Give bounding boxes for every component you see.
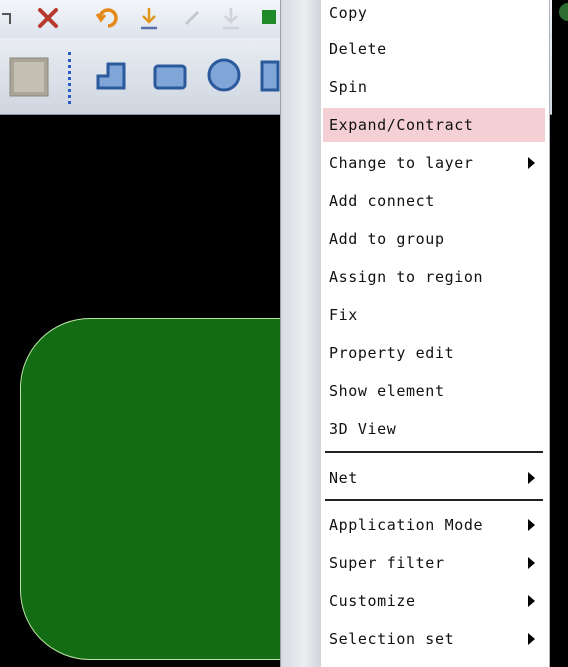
menu-item-label: Add connect [329, 192, 435, 210]
component-icon[interactable] [258, 6, 280, 30]
select-box-icon[interactable] [6, 52, 52, 100]
menu-item-label: 3D View [329, 420, 397, 438]
menu-item-label: Change to layer [329, 154, 474, 172]
menu-icon-gutter [281, 0, 321, 667]
menu-item-label: Delete [329, 40, 387, 58]
submenu-arrow-icon [528, 557, 535, 569]
menu-item-label: Add to group [329, 230, 445, 248]
canvas-right-edge [552, 0, 568, 667]
menu-item-show-element[interactable]: Show element [323, 374, 545, 408]
menu-item-label: Expand/Contract [329, 116, 474, 134]
menu-separator [325, 499, 543, 501]
polyline-icon[interactable] [92, 56, 132, 96]
menu-item-label: Fix [329, 306, 358, 324]
rectangle-icon[interactable] [150, 56, 190, 96]
polygon-icon[interactable] [258, 56, 280, 96]
redo-icon[interactable] [94, 4, 122, 32]
menu-item-label: Property edit [329, 344, 455, 362]
menu-item-add-connect[interactable]: Add connect [323, 184, 545, 218]
menu-item-copy[interactable]: Copy [323, 0, 545, 30]
menu-item-property-edit[interactable]: Property edit [323, 336, 545, 370]
menu-item-change-to-layer[interactable]: Change to layer [323, 146, 545, 180]
menu-item-expand-contract[interactable]: Expand/Contract [323, 108, 545, 142]
submenu-arrow-icon [528, 157, 535, 169]
menu-item-spin[interactable]: Spin [323, 70, 545, 104]
menu-item-label: Net [329, 469, 358, 487]
menu-separator [325, 451, 543, 453]
menu-item-delete[interactable]: Delete [323, 32, 545, 66]
menu-item-application-mode[interactable]: Application Mode [323, 508, 545, 542]
menu-item-fix[interactable]: Fix [323, 298, 545, 332]
menu-item-label: Spin [329, 78, 368, 96]
menu-item-super-filter[interactable]: Super filter [323, 546, 545, 580]
menu-item-3d-view[interactable]: 3D View [323, 412, 545, 446]
menu-item-label: Copy [329, 4, 368, 22]
menu-item-label: Show element [329, 382, 445, 400]
toolbar-separator [68, 52, 75, 104]
menu-item-selection-set[interactable]: Selection set [323, 622, 545, 656]
export-icon [218, 4, 244, 34]
menu-item-label: Application Mode [329, 516, 484, 534]
context-menu: Copy Delete Spin Expand/Contract Change … [280, 0, 550, 667]
menu-item-net[interactable]: Net [323, 461, 545, 495]
menu-item-label: Selection set [329, 630, 455, 648]
toolbar-right-icon[interactable] [552, 0, 568, 30]
disabled-icon [180, 4, 206, 34]
menu-item-label: Customize [329, 592, 416, 610]
undo-arrow-icon[interactable] [0, 6, 14, 32]
menu-item-add-to-group[interactable]: Add to group [323, 222, 545, 256]
menu-item-customize[interactable]: Customize [323, 584, 545, 618]
delete-x-icon[interactable] [34, 4, 62, 32]
circle-icon[interactable] [204, 54, 244, 96]
submenu-arrow-icon [528, 595, 535, 607]
import-icon[interactable] [136, 4, 162, 34]
submenu-arrow-icon [528, 472, 535, 484]
submenu-arrow-icon [528, 519, 535, 531]
menu-item-label: Assign to region [329, 268, 484, 286]
menu-item-assign-to-region[interactable]: Assign to region [323, 260, 545, 294]
menu-item-label: Super filter [329, 554, 445, 572]
submenu-arrow-icon [528, 633, 535, 645]
